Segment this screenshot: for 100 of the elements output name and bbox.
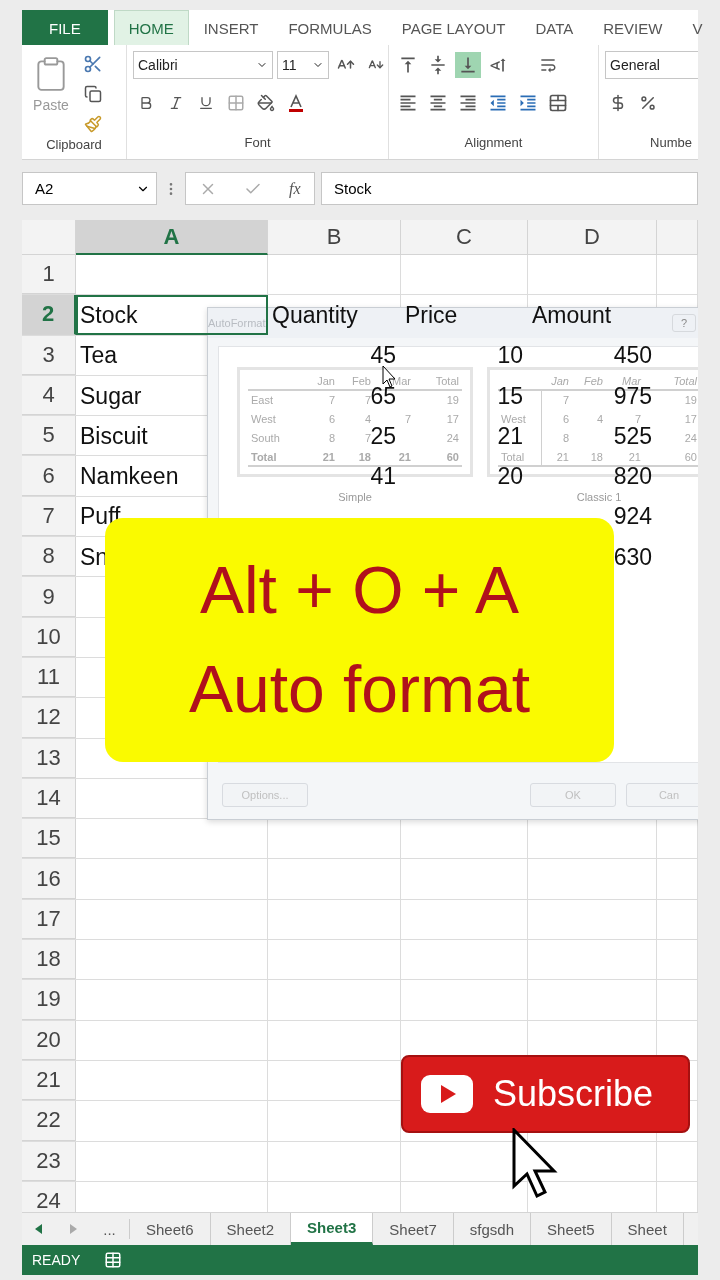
preview-cell-text: 7: [403, 412, 412, 427]
preview-cell: 21: [606, 448, 644, 467]
row-header[interactable]: 5: [22, 416, 76, 456]
row-header[interactable]: 6: [22, 456, 76, 496]
row-header[interactable]: 11: [22, 657, 76, 698]
caption-text: Alt + O + A: [199, 552, 520, 629]
cell-text: 924: [613, 507, 652, 526]
preview-cell: 18: [572, 448, 606, 467]
cell-text: 10: [497, 346, 523, 365]
formula-field[interactable]: Stock: [321, 172, 698, 205]
row-header[interactable]: 4: [22, 375, 76, 416]
row-header[interactable]: 9: [22, 577, 76, 617]
cell-text: 630: [613, 547, 652, 566]
preview-header: Jan: [304, 372, 338, 391]
preview-cell: Total: [498, 448, 542, 467]
play-icon: [421, 1075, 473, 1113]
preview-cell: 60: [414, 448, 462, 467]
ribbon-tab[interactable]: INSERT: [188, 10, 274, 45]
cell-text: Price: [405, 305, 458, 324]
ribbon-tab[interactable]: V: [677, 10, 718, 45]
preview-cell-text: 7: [561, 393, 570, 408]
row-header[interactable]: 23: [22, 1141, 76, 1181]
row-header[interactable]: 7: [22, 496, 76, 537]
cell-text: Namkeen: [80, 467, 179, 486]
insert-function-button[interactable]: fx: [289, 179, 301, 198]
more-sheets-button[interactable]: ...: [90, 1219, 130, 1239]
row-header[interactable]: 22: [22, 1101, 76, 1141]
align-bottom-icon[interactable]: [455, 52, 481, 78]
preview-cell-text: 6: [327, 412, 336, 427]
preview-header: Jan: [542, 372, 572, 391]
column-header[interactable]: D: [528, 220, 657, 255]
row-header[interactable]: 8: [22, 537, 76, 577]
row-header[interactable]: 17: [22, 899, 76, 940]
font-size-field[interactable]: 11: [277, 51, 329, 79]
ribbon-tab[interactable]: REVIEW: [588, 10, 678, 45]
row-header[interactable]: 18: [22, 940, 76, 980]
preview-cell: 21: [542, 448, 572, 467]
sheet-tab[interactable]: Sheet3: [291, 1213, 374, 1245]
status-text: READY: [32, 1252, 81, 1268]
row-header[interactable]: 13: [22, 738, 76, 778]
preview-label: Classic 1: [575, 491, 623, 503]
cell-text: 41: [370, 467, 396, 486]
cell-text: Stock: [80, 305, 138, 324]
table-icon[interactable]: [104, 1251, 123, 1269]
preview-cell-text: 19: [683, 393, 698, 408]
column-header[interactable]: A: [76, 220, 268, 255]
preview-cell-text: 8: [561, 431, 570, 446]
preview-cell-text: 7: [633, 412, 642, 427]
row-header[interactable]: 15: [22, 819, 76, 859]
row-header[interactable]: 10: [22, 617, 76, 657]
cell-text: Puff: [80, 507, 121, 526]
cell-text: 21: [497, 426, 523, 445]
group-label: Clipboard: [45, 137, 103, 154]
cell-text: 45: [370, 346, 396, 365]
ribbon-tab[interactable]: PAGE LAYOUT: [386, 10, 521, 45]
preview-cell-text: 17: [683, 412, 698, 427]
preview-cell-text: 8: [327, 431, 336, 446]
preview-cell-text: 4: [363, 412, 372, 427]
row-header[interactable]: 12: [22, 698, 76, 738]
cell-text: 525: [613, 426, 652, 445]
ribbon-tab[interactable]: FORMULAS: [273, 10, 387, 45]
preview-cell-text: East: [250, 393, 274, 408]
row-header[interactable]: 3: [22, 335, 76, 375]
preview-cell-text: 19: [445, 393, 460, 408]
cell-text: 450: [613, 346, 652, 365]
preview-cell-text: 7: [327, 393, 336, 408]
row-header[interactable]: 24: [22, 1181, 76, 1212]
font-name-field[interactable]: Calibri: [133, 51, 273, 79]
preview-header: Total: [414, 372, 462, 391]
preview-cell-text: 7: [363, 431, 371, 446]
row-header[interactable]: 14: [22, 778, 76, 819]
preview-cell: 21: [374, 448, 414, 467]
column-header[interactable]: B: [268, 220, 401, 255]
cell-text: Biscuit: [80, 426, 148, 445]
preview-cell: 60: [644, 448, 698, 467]
preview-cell-text: 17: [445, 412, 460, 427]
preview-header: Feb: [572, 372, 606, 391]
row-header[interactable]: 1: [22, 255, 76, 295]
column-header[interactable]: C: [401, 220, 528, 255]
number-format-field[interactable]: General: [605, 51, 698, 79]
caption-text: Auto format: [188, 651, 531, 728]
preview-label: Simple: [337, 491, 373, 503]
name-box[interactable]: A2: [22, 172, 157, 205]
file-tab[interactable]: FILE: [22, 10, 108, 45]
cell-text: 25: [370, 426, 396, 445]
group-label: Numbe: [649, 135, 692, 152]
ribbon-tab[interactable]: HOME: [113, 10, 189, 45]
cell-text: Tea: [80, 346, 118, 365]
row-header[interactable]: 19: [22, 980, 76, 1020]
preview-cell-text: 7: [363, 393, 371, 408]
row-header[interactable]: 16: [22, 859, 76, 899]
row-header[interactable]: 2: [22, 295, 76, 335]
preview-cell: 21: [304, 448, 338, 467]
row-header[interactable]: 21: [22, 1060, 76, 1101]
ribbon-tab[interactable]: DATA: [520, 10, 589, 45]
cell-text: 820: [613, 467, 652, 486]
preview-cell-text: West: [250, 412, 277, 427]
row-header[interactable]: 20: [22, 1020, 76, 1060]
cell-text: 15: [497, 386, 523, 405]
preview-cell-text: 4: [595, 412, 604, 427]
